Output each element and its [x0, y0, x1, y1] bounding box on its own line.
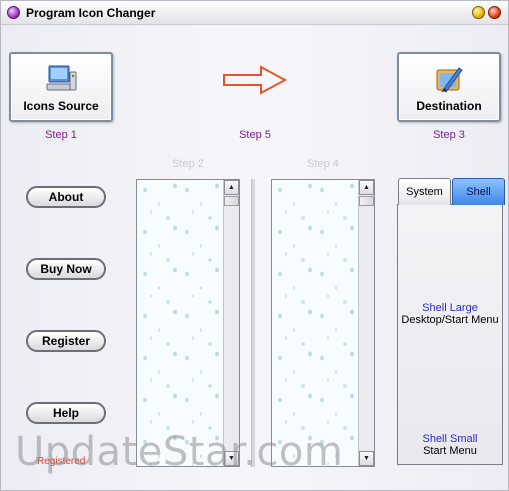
close-button[interactable] — [488, 6, 501, 19]
icons-source-button[interactable]: Icons Source — [9, 52, 113, 122]
step1-label: Step 1 — [45, 129, 77, 141]
list-splitter[interactable] — [251, 179, 255, 467]
arrow-right-icon — [223, 65, 288, 95]
icons-source-label: Icons Source — [23, 99, 99, 113]
about-button[interactable]: About — [26, 186, 106, 208]
help-button[interactable]: Help — [26, 402, 106, 424]
destination-list[interactable]: ▲ ▼ — [271, 179, 375, 467]
buy-now-button[interactable]: Buy Now — [26, 258, 106, 280]
list-background — [272, 180, 358, 466]
shell-large-description: Desktop/Start Menu — [401, 314, 499, 326]
scroll-up-button[interactable]: ▲ — [359, 180, 374, 195]
destination-button[interactable]: Destination — [397, 52, 501, 122]
step3-label: Step 3 — [433, 129, 465, 141]
tab-system[interactable]: System — [398, 178, 451, 205]
window-title: Program Icon Changer — [26, 5, 156, 20]
minimize-button[interactable] — [472, 6, 485, 19]
step5-label: Step 5 — [239, 129, 271, 141]
scroll-down-button[interactable]: ▼ — [359, 451, 374, 466]
register-button[interactable]: Register — [26, 330, 106, 352]
destination-label: Destination — [416, 99, 482, 113]
updatestar-watermark: UpdateStar.com — [15, 429, 344, 475]
scroll-up-button[interactable]: ▲ — [224, 180, 239, 195]
scroll-thumb[interactable] — [359, 196, 374, 206]
window-controls — [472, 6, 501, 19]
step2-label: Step 2 — [172, 158, 204, 170]
paint-brush-icon — [436, 67, 463, 93]
computer-icon — [46, 65, 77, 91]
app-window: Program Icon Changer Icons Source Step 1… — [0, 0, 509, 491]
source-list-scrollbar[interactable]: ▲ ▼ — [223, 180, 239, 466]
source-icons-list[interactable]: ▲ ▼ — [136, 179, 240, 467]
shell-large-option[interactable]: Shell Large — [397, 302, 503, 314]
list-background — [137, 180, 223, 466]
app-icon — [7, 6, 20, 19]
shell-small-option[interactable]: Shell Small — [397, 433, 503, 445]
shell-small-description: Start Menu — [423, 445, 477, 457]
title-bar: Program Icon Changer — [1, 1, 508, 25]
destination-list-scrollbar[interactable]: ▲ ▼ — [358, 180, 374, 466]
step4-label: Step 4 — [307, 158, 339, 170]
scroll-thumb[interactable] — [224, 196, 239, 206]
tab-shell[interactable]: Shell — [452, 178, 505, 205]
icon-type-panel — [397, 204, 503, 465]
